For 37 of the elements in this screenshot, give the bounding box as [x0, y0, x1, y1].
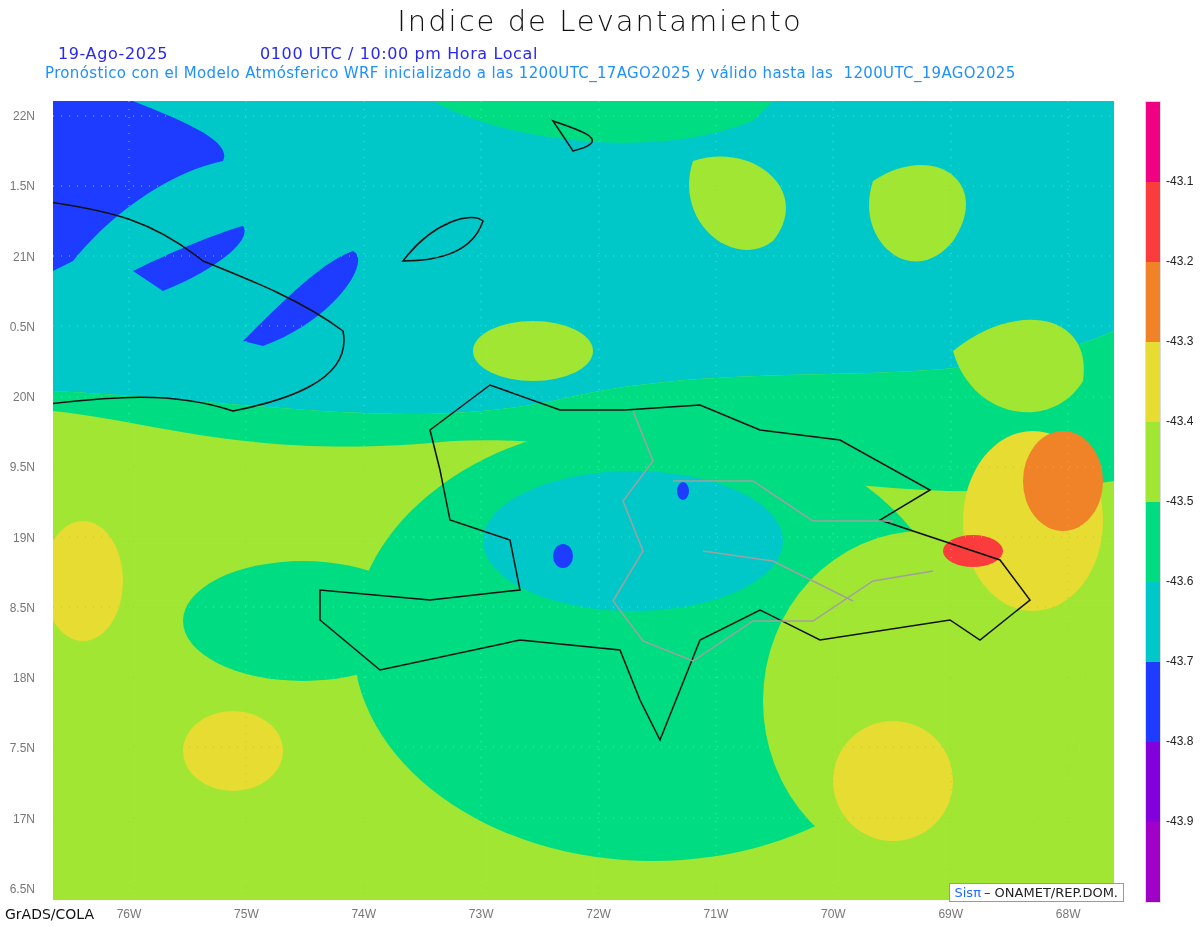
longitude-label: 72W: [585, 906, 612, 921]
legend-label: -43.8: [1166, 734, 1194, 748]
latitude-label: 19N: [12, 530, 35, 545]
latitude-label: 6.5N: [8, 881, 35, 896]
time-text: 0100 UTC / 10:00 pm Hora Local: [260, 44, 538, 63]
footer-text: GrADS/COLA: [4, 905, 96, 922]
longitude-label: 70W: [820, 906, 847, 921]
latitude-label: 22N: [12, 109, 35, 123]
date-text: 19-Ago-2025: [58, 44, 169, 63]
latitude-label: 17N: [12, 811, 35, 826]
brand-text: Sisπ: [954, 885, 981, 900]
credit-text: – ONAMET/REP.DOM.: [983, 885, 1118, 900]
longitude-label: 74W: [350, 906, 378, 921]
legend-label: -43.7: [1166, 654, 1194, 668]
latitude-label: 9.5N: [8, 460, 35, 475]
legend-label: -43.6: [1166, 574, 1194, 588]
latitude-label: 7.5N: [8, 741, 35, 756]
longitude-label: 68W: [1054, 906, 1082, 921]
latitude-label: 0.5N: [8, 319, 35, 334]
legend-label: -43.2: [1166, 254, 1194, 268]
chart-title: Indice de Levantamiento: [396, 3, 804, 38]
longitude-label: 71W: [702, 906, 730, 921]
longitude-label: 69W: [937, 906, 965, 921]
latitude-label: 1.5N: [8, 179, 35, 194]
longitude-label: 75W: [233, 906, 260, 921]
subtitle-text: Pronóstico con el Modelo Atmósferico WRF inicializado a las 1200UTC_17AGO2025 y válido hasta las 1200UTC_19AGO2025: [44, 64, 1017, 82]
latitude-label: 20N: [12, 390, 35, 405]
legend-label: -43.9: [1166, 814, 1194, 828]
legend-label: -43.1: [1166, 174, 1194, 188]
legend-label: -43.5: [1166, 494, 1194, 508]
legend-label: -43.4: [1166, 414, 1194, 428]
latitude-label: 21N: [12, 249, 35, 264]
longitude-label: 76W: [115, 906, 143, 921]
latitude-label: 18N: [12, 671, 35, 686]
legend-label: -43.3: [1166, 334, 1194, 348]
longitude-label: 73W: [467, 906, 495, 921]
latitude-label: 8.5N: [8, 600, 35, 615]
